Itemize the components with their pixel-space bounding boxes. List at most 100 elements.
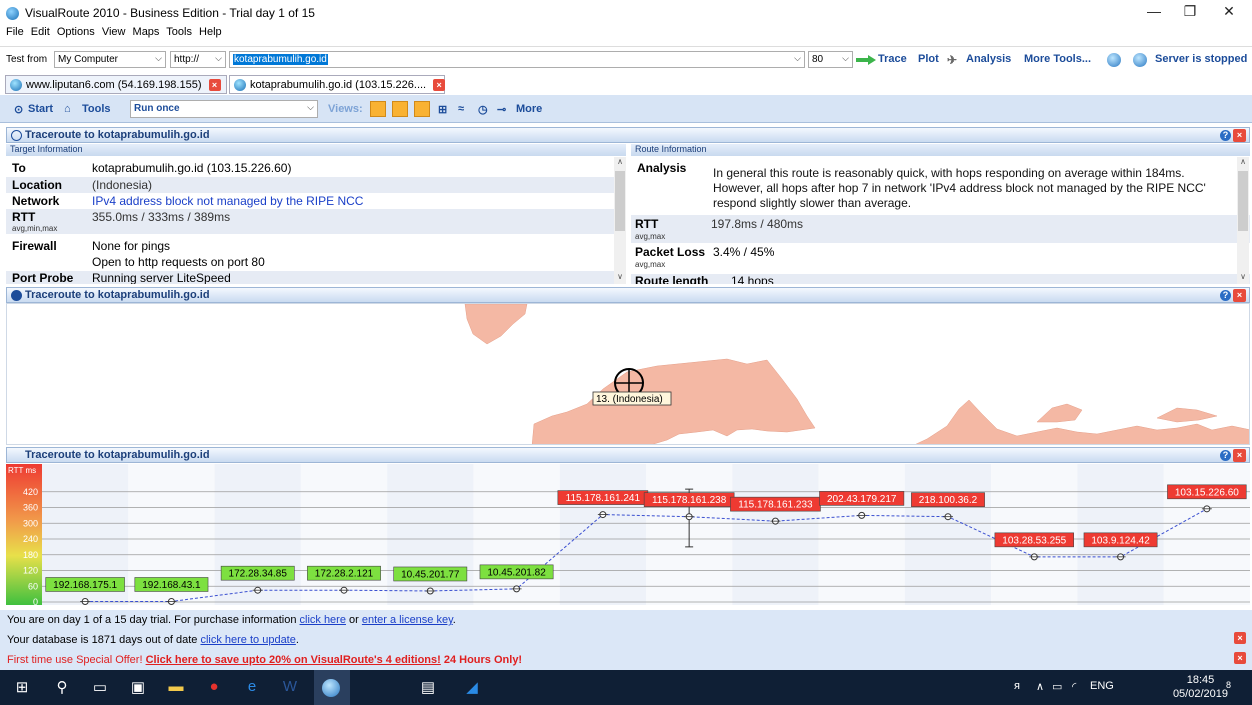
more-tools-button[interactable]: More Tools...	[1024, 53, 1091, 65]
menu-help[interactable]: Help	[199, 26, 222, 38]
tab-strip: www.liputan6.com (54.169.198.155) × kota…	[0, 72, 1252, 94]
link-view-icon[interactable]: ⊸	[497, 103, 506, 116]
protocol-select[interactable]: http:// ⌵	[170, 51, 226, 68]
menu-edit[interactable]: Edit	[31, 26, 50, 38]
chevron-down-icon: ⌵	[794, 53, 801, 63]
table-view-icon[interactable]: ⊞	[438, 103, 447, 116]
shark-app-icon[interactable]: ◢	[462, 678, 482, 698]
hop-column	[732, 464, 819, 605]
port-select[interactable]: 80 ⌵	[808, 51, 853, 68]
scroll-up-icon[interactable]: ∧	[614, 157, 626, 169]
tools-icon: ⌂	[64, 103, 71, 115]
menu-maps[interactable]: Maps	[133, 26, 160, 38]
windows-start-icon[interactable]: ⊞	[12, 678, 32, 698]
url-value: kotaprabumulih.go.id	[233, 54, 328, 65]
menu-file[interactable]: File	[6, 26, 24, 38]
clock-time: 18:45	[1186, 674, 1215, 686]
trial-end: .	[452, 614, 456, 626]
close-panel-icon[interactable]: ×	[1233, 129, 1246, 142]
target-info-scrollbar[interactable]: ∧ ∨	[614, 157, 626, 284]
purchase-link[interactable]: click here	[300, 614, 346, 626]
start-button[interactable]: Start	[28, 103, 53, 115]
analysis-line: respond slightly slower than average.	[713, 196, 912, 210]
edge-icon[interactable]: e	[242, 678, 262, 698]
info-row-route-length: Route length 14 hops	[631, 274, 1250, 284]
server-status[interactable]: Server is stopped	[1155, 53, 1247, 65]
scroll-thumb[interactable]	[615, 171, 625, 231]
rtt-graph[interactable]: 0 60 120 180 240 300 360 420 RTT ms 192.168.175.1…	[6, 464, 1250, 605]
file-explorer-icon[interactable]: ▬	[166, 678, 186, 698]
search-icon[interactable]: ⚲	[52, 678, 72, 698]
map-view-icon[interactable]	[392, 101, 408, 117]
route-info-scrollbar[interactable]: ∧ ∨	[1237, 157, 1249, 284]
run-mode-select[interactable]: Run once ⌵	[130, 100, 318, 118]
word-icon[interactable]: W	[280, 678, 300, 698]
task-view-icon[interactable]: ▭	[90, 678, 110, 698]
scroll-down-icon[interactable]: ∨	[1237, 272, 1249, 284]
update-link[interactable]: click here to update	[200, 634, 295, 646]
tray-chevron-icon[interactable]: ∧	[1036, 680, 1044, 693]
trial-mid: or	[345, 614, 362, 626]
map-canvas: 13. (Indonesia)	[464, 304, 1249, 444]
world-map[interactable]: 13. (Indonesia)	[6, 303, 1250, 445]
globe-settings-icon[interactable]	[1107, 53, 1121, 67]
database-message: Your database is 1871 days out of date c…	[7, 634, 299, 646]
license-key-link[interactable]: enter a license key	[362, 614, 453, 626]
close-panel-icon[interactable]: ×	[1233, 289, 1246, 302]
info-value: None for pings	[92, 239, 171, 253]
tools-button[interactable]: Tools	[82, 103, 111, 115]
database-text: Your database is 1871 days out of date	[7, 634, 201, 646]
scroll-down-icon[interactable]: ∨	[614, 272, 626, 284]
network-link[interactable]: IPv4 address block not managed by the RI…	[92, 194, 363, 208]
help-icon[interactable]: ?	[1220, 130, 1231, 141]
store-icon[interactable]: ▣	[128, 678, 148, 698]
notifications-icon[interactable]: 8	[1226, 680, 1231, 690]
info-value: (Indonesia)	[92, 178, 153, 192]
close-tab-icon[interactable]: ×	[433, 79, 446, 91]
status-area: You are on day 1 of a 15 day trial. For …	[0, 610, 1252, 670]
y-tick-label: 240	[23, 534, 38, 544]
hop-column	[559, 464, 646, 605]
dismiss-offer-icon[interactable]: ×	[1234, 652, 1246, 664]
tab-liputan6[interactable]: www.liputan6.com (54.169.198.155) ×	[5, 75, 227, 94]
trace-button[interactable]: Trace	[878, 53, 907, 65]
graph-view-icon[interactable]	[414, 101, 430, 117]
url-input[interactable]: kotaprabumulih.go.id ⌵	[229, 51, 805, 68]
close-tab-icon[interactable]: ×	[208, 79, 221, 91]
menu-options[interactable]: Options	[57, 26, 95, 38]
landmass-sumatra	[531, 358, 816, 444]
y-tick-label: 360	[23, 503, 38, 513]
close-panel-icon[interactable]: ×	[1233, 449, 1246, 462]
maximize-button[interactable]: ❐	[1175, 3, 1205, 23]
globe-icon	[10, 79, 22, 91]
plot-button[interactable]: Plot	[918, 53, 939, 65]
menu-view[interactable]: View	[102, 26, 126, 38]
wifi-icon[interactable]: ◜	[1072, 680, 1076, 693]
people-icon[interactable]: ᴙ	[1014, 680, 1020, 692]
opera-icon[interactable]: ●	[204, 678, 224, 698]
summary-view-icon[interactable]	[370, 101, 386, 117]
test-from-select[interactable]: My Computer ⌵	[54, 51, 166, 68]
globe-icon	[234, 79, 246, 91]
analysis-button[interactable]: Analysis	[966, 53, 1011, 65]
offer-link[interactable]: Click here to save upto 20% on VisualRou…	[146, 654, 441, 666]
tab-kotaprabumulih[interactable]: kotaprabumulih.go.id (103.15.226.... ×	[229, 75, 446, 94]
close-window-button[interactable]: ✕	[1214, 3, 1244, 23]
scroll-thumb[interactable]	[1238, 171, 1248, 231]
minimize-button[interactable]: —	[1139, 3, 1169, 23]
scroll-up-icon[interactable]: ∧	[1237, 157, 1249, 169]
route-view-icon[interactable]: ≈	[458, 103, 464, 115]
menu-tools[interactable]: Tools	[166, 26, 192, 38]
clock-view-icon[interactable]: ◷	[478, 103, 488, 116]
clock-date: 05/02/2019	[1172, 688, 1228, 700]
hop-ip-label: 202.43.179.217	[827, 494, 897, 505]
help-icon[interactable]: ?	[1220, 450, 1231, 461]
offer-end: 24 Hours Only!	[440, 654, 523, 666]
hop-ip-label: 103.9.124.42	[1091, 535, 1150, 546]
terminal-icon[interactable]: ▤	[418, 678, 438, 698]
clock[interactable]: 18:45 05/02/2019	[1173, 673, 1228, 701]
dismiss-database-icon[interactable]: ×	[1234, 632, 1246, 644]
language-indicator[interactable]: ENG	[1090, 680, 1114, 692]
more-views-button[interactable]: More	[516, 103, 542, 115]
help-icon[interactable]: ?	[1220, 290, 1231, 301]
